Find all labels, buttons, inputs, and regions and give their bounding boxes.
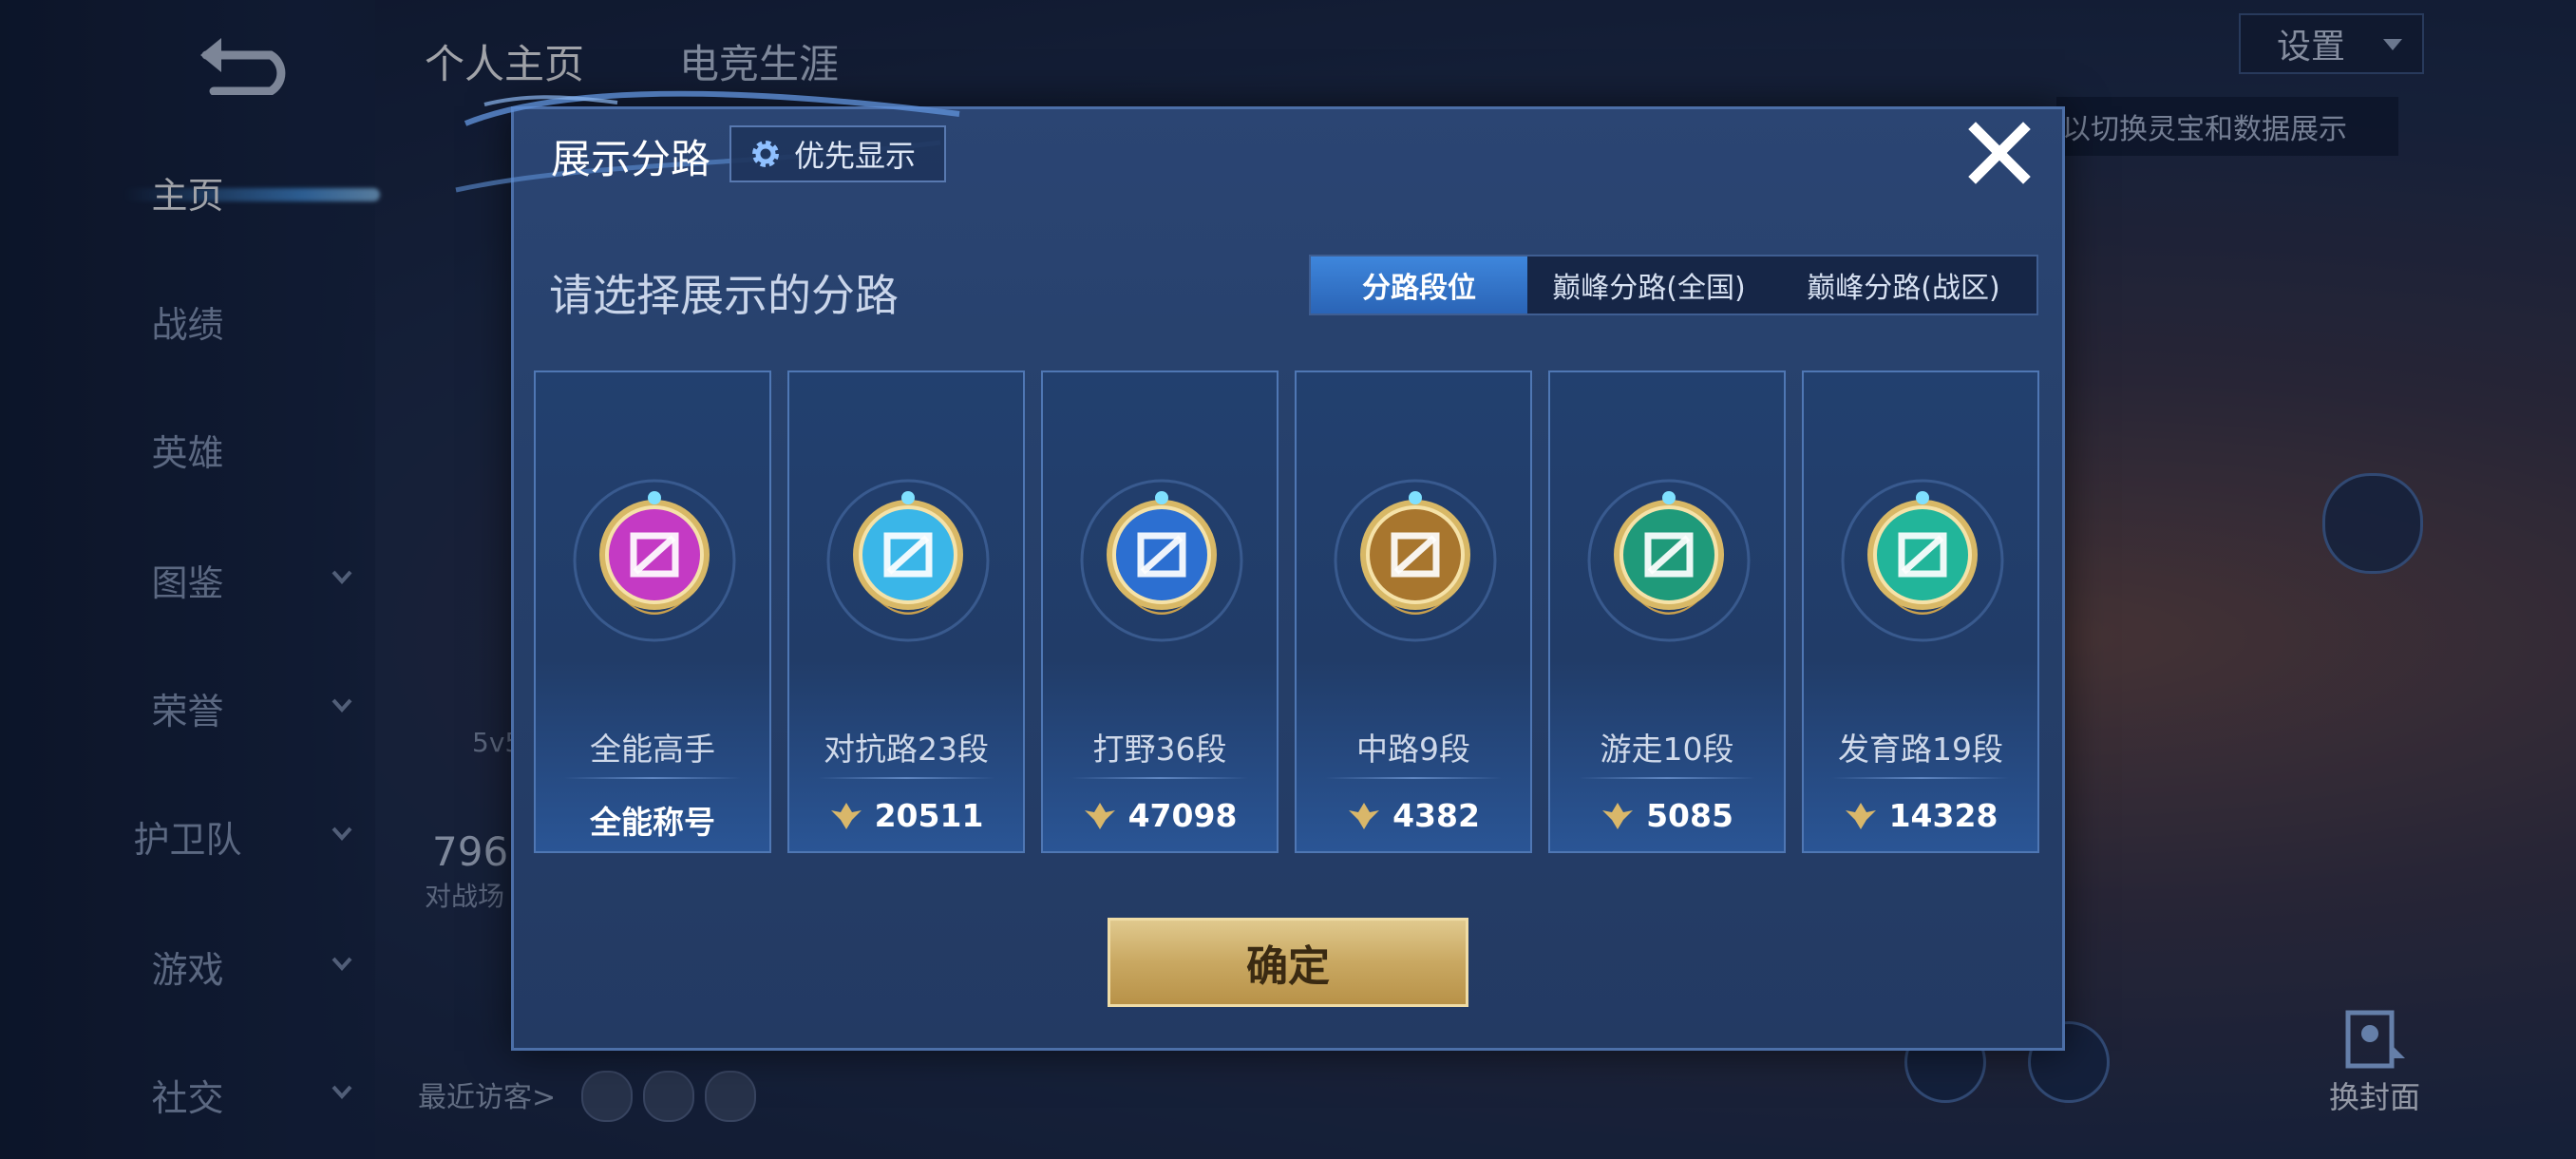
lane-card-score: 20511 <box>789 797 1023 834</box>
lane-card[interactable]: 对抗路23段 20511 <box>787 370 1025 853</box>
combat-power-icon <box>830 802 862 829</box>
lane-card-score-value: 4382 <box>1392 797 1480 834</box>
all-round-badge-icon <box>573 479 736 642</box>
combat-power-icon <box>1845 802 1876 829</box>
lane-card-score-value: 20511 <box>874 797 984 834</box>
lane-card[interactable]: 全能高手 全能称号 <box>534 370 771 853</box>
lane-card[interactable]: 游走10段 5085 <box>1548 370 1786 853</box>
dialog-subtitle: 请选择展示的分路 <box>549 270 899 321</box>
lane-card-divider <box>818 777 994 779</box>
combat-power-icon <box>1349 802 1380 829</box>
priority-display-label: 优先显示 <box>794 138 917 174</box>
lane-card-name: 对抗路23段 <box>824 731 989 768</box>
lane-card-divider <box>1325 777 1502 779</box>
confirm-button[interactable]: 确定 <box>1108 918 1468 1007</box>
close-icon[interactable] <box>1966 120 2033 186</box>
lane-card-divider <box>1071 777 1248 779</box>
clash-lane-badge-icon <box>826 479 990 642</box>
lane-card-score-value: 全能称号 <box>590 804 715 841</box>
lane-card-divider <box>1579 777 1755 779</box>
priority-display-button[interactable]: 优先显示 <box>729 125 946 182</box>
lane-card-score: 14328 <box>1804 797 2037 834</box>
combat-power-icon <box>1084 802 1115 829</box>
lane-card-score-value: 14328 <box>1888 797 1998 834</box>
lane-card-divider <box>1832 777 2009 779</box>
lane-card-name: 中路9段 <box>1356 731 1470 768</box>
segment-peak-national[interactable]: 巅峰分路(全国) <box>1527 256 1771 314</box>
jungle-badge-icon <box>1080 479 1243 642</box>
farm-lane-badge-icon <box>1841 479 2004 642</box>
lane-card-name: 全能高手 <box>590 731 715 768</box>
lane-card-list: 全能高手 全能称号 对抗路23段 20511 打野36段 47098 中路9段 4382 游走1… <box>534 370 2044 853</box>
lane-card[interactable]: 发育路19段 14328 <box>1802 370 2039 853</box>
lane-card-name: 打野36段 <box>1092 731 1227 768</box>
lane-card-score: 5085 <box>1550 797 1784 834</box>
gear-icon <box>752 141 779 167</box>
lane-card-score-value: 5085 <box>1646 797 1733 834</box>
segment-peak-region[interactable]: 巅峰分路(战区) <box>1771 256 2036 314</box>
combat-power-icon <box>1602 802 1634 829</box>
mid-lane-badge-icon <box>1334 479 1497 642</box>
lane-card-name: 发育路19段 <box>1838 731 2003 768</box>
lane-card-divider <box>564 777 741 779</box>
lane-card-score: 4382 <box>1297 797 1530 834</box>
lane-card[interactable]: 中路9段 4382 <box>1295 370 1532 853</box>
segment-lane-rank[interactable]: 分路段位 <box>1311 256 1527 314</box>
dialog-title: 展示分路 <box>551 136 711 182</box>
lane-card-score: 全能称号 <box>536 797 769 843</box>
lane-card[interactable]: 打野36段 47098 <box>1041 370 1279 853</box>
lane-card-name: 游走10段 <box>1600 731 1734 768</box>
roam-badge-icon <box>1587 479 1751 642</box>
lane-type-segmented-control: 分路段位 巅峰分路(全国) 巅峰分路(战区) <box>1309 255 2038 315</box>
lane-card-score: 47098 <box>1043 797 1277 834</box>
lane-card-score-value: 47098 <box>1127 797 1238 834</box>
